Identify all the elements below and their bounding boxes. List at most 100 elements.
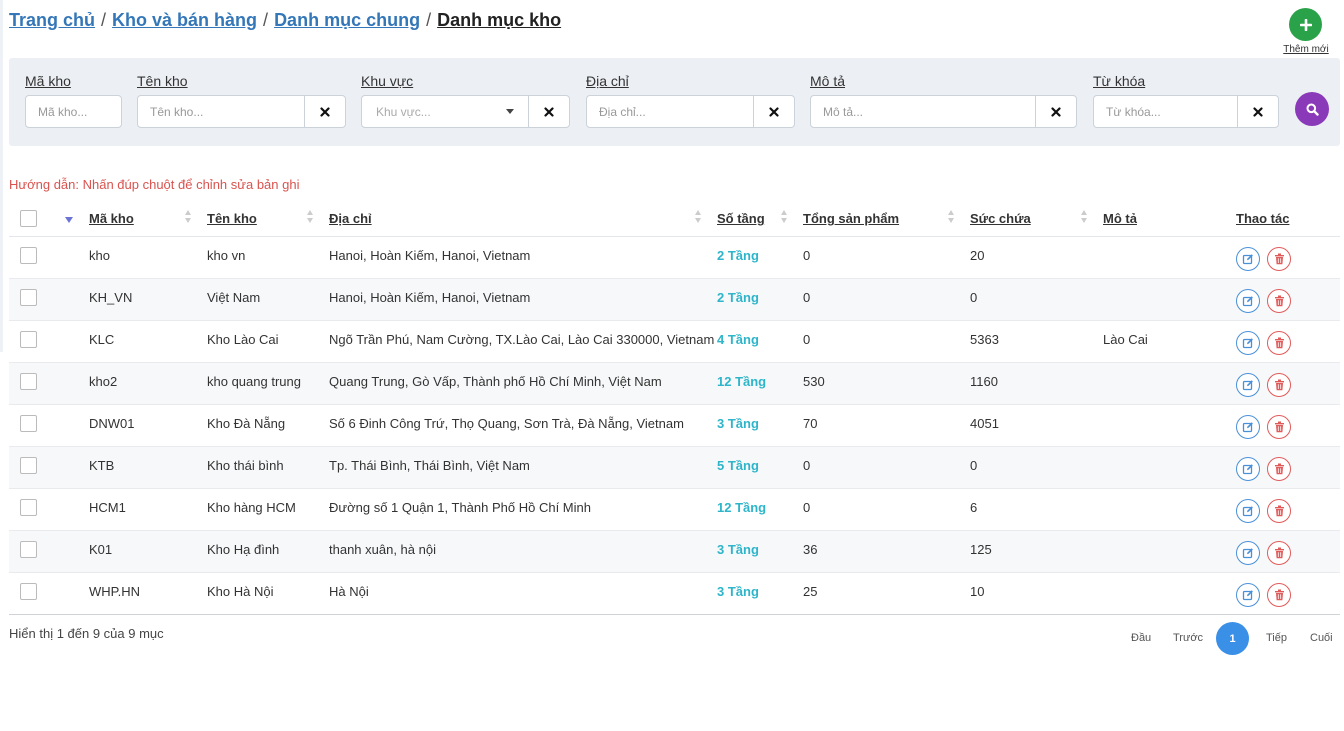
- sort-icon[interactable]: [948, 210, 955, 225]
- breadcrumb-general-catalog[interactable]: Danh mục chung: [274, 10, 420, 30]
- column-header-so-tang[interactable]: Số tầng: [717, 200, 765, 237]
- row-checkbox[interactable]: [20, 247, 37, 264]
- breadcrumb-separator: /: [426, 10, 432, 30]
- pagination-next[interactable]: Tiếp: [1266, 632, 1287, 644]
- khu-vuc-select[interactable]: Khu vực...: [362, 96, 528, 127]
- cell-ma-kho: KTB: [89, 457, 115, 473]
- tu-khoa-input[interactable]: [1094, 96, 1237, 127]
- table-row[interactable]: kho2 kho quang trung Quang Trung, Gò Vấp, …: [9, 363, 1340, 405]
- column-header-mo-ta[interactable]: Mô tả: [1103, 200, 1137, 237]
- edit-button[interactable]: [1236, 499, 1260, 523]
- delete-button[interactable]: [1267, 457, 1291, 481]
- table-row[interactable]: KTB Kho thái bình Tp. Thái Bình, Thái Bình…: [9, 447, 1340, 489]
- cell-so-tang[interactable]: 3 Tầng: [717, 405, 759, 441]
- sort-icon[interactable]: [695, 210, 702, 225]
- cell-so-tang[interactable]: 12 Tầng: [717, 489, 766, 525]
- cell-dia-chi: Tp. Thái Bình, Thái Bình, Việt Nam: [329, 457, 530, 473]
- pagination-prev[interactable]: Trước: [1173, 632, 1203, 644]
- delete-button[interactable]: [1267, 289, 1291, 313]
- sort-icon[interactable]: [185, 210, 192, 225]
- cell-ten-kho: kho vn: [207, 247, 246, 263]
- cell-so-tang[interactable]: 2 Tầng: [717, 279, 759, 315]
- pagination-last[interactable]: Cuối: [1310, 632, 1333, 644]
- edit-button[interactable]: [1236, 331, 1260, 355]
- row-checkbox[interactable]: [20, 373, 37, 390]
- table-row[interactable]: DNW01 Kho Đà Nẵng Số 6 Đinh Công Trứ, Thọ …: [9, 405, 1340, 447]
- edit-button[interactable]: [1236, 289, 1260, 313]
- sort-icon[interactable]: [1081, 210, 1088, 225]
- sort-icon[interactable]: [781, 210, 788, 225]
- ten-kho-input[interactable]: [138, 96, 304, 127]
- cell-suc-chua: 6: [970, 499, 978, 515]
- trash-icon: [1274, 253, 1284, 265]
- table-row[interactable]: KLC Kho Lào Cai Ngõ Trần Phú, Nam Cường, T…: [9, 321, 1340, 363]
- cell-so-tang[interactable]: 4 Tầng: [717, 321, 759, 357]
- column-header-dia-chi[interactable]: Địa chỉ: [329, 200, 372, 237]
- close-icon: [769, 106, 779, 117]
- pagination-first[interactable]: Đầu: [1131, 632, 1151, 644]
- table-row[interactable]: HCM1 Kho hàng HCM Đường số 1 Quận 1, Thành…: [9, 489, 1340, 531]
- row-checkbox[interactable]: [20, 541, 37, 558]
- row-checkbox[interactable]: [20, 499, 37, 516]
- select-all-checkbox[interactable]: [20, 210, 37, 227]
- table-row[interactable]: K01 Kho Hạ đình thanh xuân, hà nội 3 Tầng 36…: [9, 531, 1340, 573]
- delete-button[interactable]: [1267, 499, 1291, 523]
- row-checkbox[interactable]: [20, 289, 37, 306]
- pagination-info: Hiển thị 1 đến 9 của 9 mục: [9, 626, 164, 641]
- cell-so-tang[interactable]: 2 Tầng: [717, 237, 759, 273]
- column-header-ma-kho[interactable]: Mã kho: [89, 200, 134, 237]
- cell-so-tang[interactable]: 5 Tầng: [717, 447, 759, 483]
- delete-button[interactable]: [1267, 583, 1291, 607]
- sort-icon[interactable]: [307, 210, 314, 225]
- khu-vuc-clear-button[interactable]: [528, 96, 569, 127]
- edit-button[interactable]: [1236, 541, 1260, 565]
- breadcrumb-warehouse-sales[interactable]: Kho và bán hàng: [112, 10, 257, 30]
- mo-ta-input[interactable]: [811, 96, 1035, 127]
- ten-kho-clear-button[interactable]: [304, 96, 345, 127]
- dia-chi-input[interactable]: [587, 96, 753, 127]
- column-header-tong-san-pham[interactable]: Tổng sản phẩm: [803, 200, 899, 237]
- tu-khoa-clear-button[interactable]: [1237, 96, 1278, 127]
- cell-suc-chua: 0: [970, 289, 978, 305]
- pagination-current-page[interactable]: 1: [1216, 622, 1249, 655]
- ma-kho-input[interactable]: [26, 96, 121, 127]
- sort-active-icon[interactable]: [65, 217, 73, 223]
- row-checkbox[interactable]: [20, 331, 37, 348]
- close-icon: [320, 106, 330, 117]
- cell-mo-ta: Lào Cai: [1103, 331, 1148, 347]
- cell-so-tang[interactable]: 12 Tầng: [717, 363, 766, 399]
- delete-button[interactable]: [1267, 415, 1291, 439]
- edit-button[interactable]: [1236, 415, 1260, 439]
- row-checkbox[interactable]: [20, 583, 37, 600]
- cell-suc-chua: 125: [970, 541, 992, 557]
- delete-button[interactable]: [1267, 541, 1291, 565]
- delete-button[interactable]: [1267, 247, 1291, 271]
- cell-so-tang[interactable]: 3 Tầng: [717, 531, 759, 567]
- column-header-ten-kho[interactable]: Tên kho: [207, 200, 257, 237]
- filter-dia-chi: [586, 95, 795, 128]
- row-checkbox[interactable]: [20, 415, 37, 432]
- cell-so-tang[interactable]: 3 Tầng: [717, 573, 759, 609]
- table-row[interactable]: kho kho vn Hanoi, Hoàn Kiếm, Hanoi, Vietna…: [9, 237, 1340, 279]
- table-row[interactable]: WHP.HN Kho Hà Nội Hà Nội 3 Tầng 25 10: [9, 573, 1340, 615]
- delete-button[interactable]: [1267, 331, 1291, 355]
- edit-icon: [1242, 254, 1253, 265]
- edit-button[interactable]: [1236, 247, 1260, 271]
- edit-icon: [1242, 338, 1253, 349]
- edit-button[interactable]: [1236, 457, 1260, 481]
- cell-tong-san-pham: 25: [803, 583, 818, 599]
- breadcrumb-home[interactable]: Trang chủ: [9, 10, 95, 30]
- search-button[interactable]: [1295, 92, 1329, 126]
- mo-ta-clear-button[interactable]: [1035, 96, 1076, 127]
- add-new-button[interactable]: [1289, 8, 1322, 41]
- column-header-suc-chua[interactable]: Sức chứa: [970, 200, 1031, 237]
- edit-button[interactable]: [1236, 583, 1260, 607]
- cell-dia-chi: Hà Nội: [329, 583, 369, 599]
- edit-button[interactable]: [1236, 373, 1260, 397]
- add-new-label[interactable]: Thêm mới: [1280, 44, 1332, 55]
- row-checkbox[interactable]: [20, 457, 37, 474]
- column-label: Mã kho: [89, 211, 134, 226]
- delete-button[interactable]: [1267, 373, 1291, 397]
- table-row[interactable]: KH_VN Việt Nam Hanoi, Hoàn Kiếm, Hanoi, Vi…: [9, 279, 1340, 321]
- dia-chi-clear-button[interactable]: [753, 96, 794, 127]
